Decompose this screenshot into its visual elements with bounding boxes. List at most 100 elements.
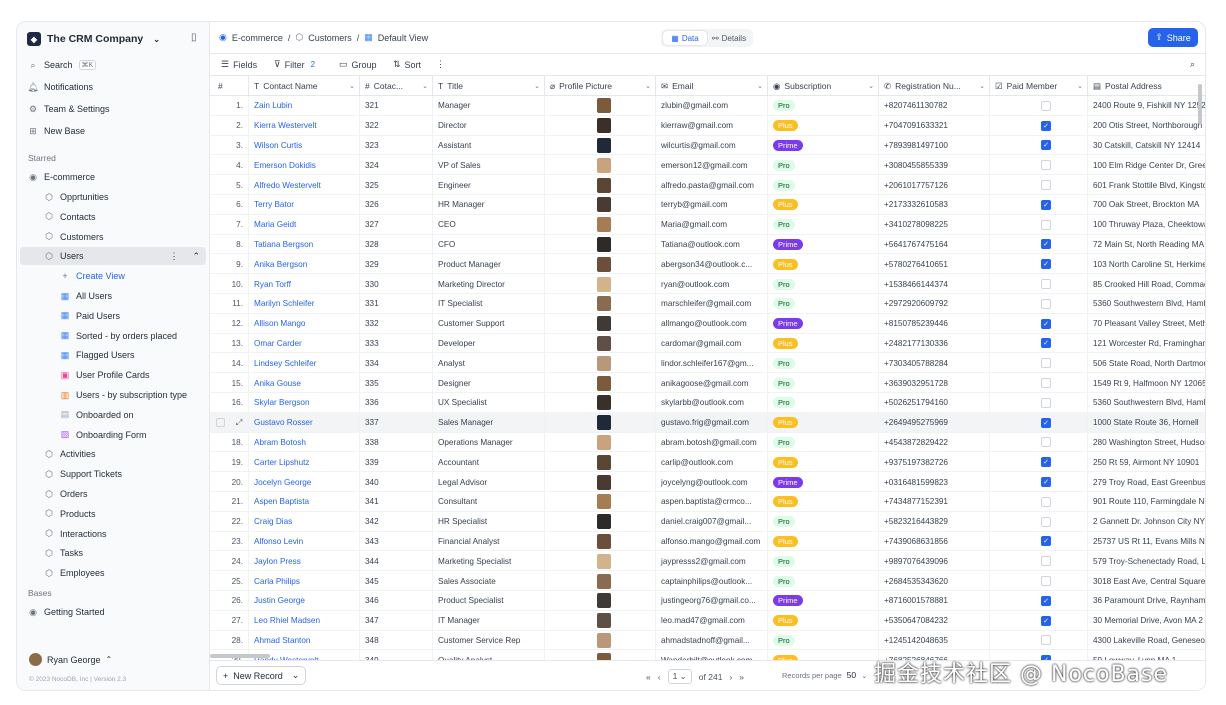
contact-id-cell[interactable]: 323	[360, 135, 433, 156]
new-record-button[interactable]: + New Record ⌄	[216, 666, 307, 685]
registration-number-cell[interactable]: +2482177130336	[879, 333, 990, 354]
sidebar-view-5[interactable]: ▥ Users - by subscription type	[20, 386, 206, 404]
registration-number-cell[interactable]: +5641767475164	[879, 234, 990, 255]
registration-number-cell[interactable]: +7303405788284	[879, 353, 990, 374]
registration-number-cell[interactable]: +1538466144374	[879, 274, 990, 294]
paid-member-cell[interactable]: ✓	[990, 115, 1088, 136]
column-header-5[interactable]: ✉ Email ⌄	[656, 76, 768, 96]
paid-member-checkbox[interactable]	[1041, 378, 1051, 389]
column-header-4[interactable]: ⌀ Profile Picture ⌄	[545, 76, 656, 96]
paid-member-cell[interactable]	[990, 373, 1088, 393]
chevron-down-icon[interactable]: ⌄	[1077, 82, 1083, 90]
subscription-cell[interactable]: Prime	[768, 472, 879, 492]
sidebar-table-tasks[interactable]: ⬡ Tasks	[20, 544, 206, 562]
sidebar-view-4[interactable]: ▣ User Profile Cards	[20, 366, 206, 384]
table-row[interactable]: 20. Jocelyn George 340 Legal Advisor joycely…	[210, 472, 1205, 492]
profile-picture-cell[interactable]	[545, 511, 656, 532]
paid-member-checkbox[interactable]: ✓	[1041, 457, 1051, 468]
paid-member-cell[interactable]: ✓	[990, 591, 1088, 611]
title-cell[interactable]: Engineer	[433, 175, 545, 195]
profile-picture-cell[interactable]	[545, 630, 656, 651]
profile-picture[interactable]	[597, 533, 611, 549]
sidebar-table-orders[interactable]: ⬡ Orders	[20, 485, 206, 503]
subscription-cell[interactable]: Prime	[768, 591, 879, 611]
first-page-icon[interactable]: «	[646, 672, 651, 682]
title-cell[interactable]: Customer Service Rep	[433, 630, 545, 651]
paid-member-cell[interactable]: ✓	[990, 254, 1088, 275]
table-row[interactable]: 7. Maria Geidt 327 CEO Maria@gmail.com Pro +34…	[210, 214, 1205, 235]
subscription-cell[interactable]: Pro	[768, 373, 879, 393]
title-cell[interactable]: CFO	[433, 234, 545, 255]
title-cell[interactable]: Sales Associate	[433, 571, 545, 591]
registration-number-cell[interactable]: +7439068631856	[879, 531, 990, 552]
registration-number-cell[interactable]: +8150785239446	[879, 313, 990, 334]
contact-id-cell[interactable]: 342	[360, 511, 433, 532]
contact-id-cell[interactable]: 340	[360, 472, 433, 492]
paid-member-cell[interactable]: ✓	[990, 610, 1088, 631]
chevron-down-icon[interactable]: ⌄	[645, 82, 651, 90]
subscription-cell[interactable]: Pro	[768, 551, 879, 572]
chevron-down-icon[interactable]: ⌄	[534, 82, 540, 90]
postal-address-cell[interactable]: 200 Otis Street, Northborough	[1088, 116, 1205, 136]
email-cell[interactable]: marschleifer@gmail.com	[656, 294, 768, 314]
postal-address-cell[interactable]: 1000 State Route 36, Hornell	[1088, 413, 1205, 433]
profile-picture[interactable]	[597, 236, 611, 252]
registration-number-cell[interactable]: +2061017757126	[879, 175, 990, 195]
profile-picture[interactable]	[597, 316, 611, 332]
paid-member-checkbox[interactable]: ✓	[1041, 199, 1051, 210]
registration-number-cell[interactable]: +7434877152391	[879, 492, 990, 512]
breadcrumb-view[interactable]: Default View	[378, 33, 428, 43]
user-menu[interactable]: Ryan George ⌃	[29, 653, 112, 666]
paid-member-checkbox[interactable]	[1041, 397, 1051, 408]
registration-number-cell[interactable]: +2173332610583	[879, 195, 990, 215]
postal-address-cell[interactable]: 70 Pleasant Valley Street, Methuen	[1088, 314, 1205, 334]
profile-picture[interactable]	[597, 632, 611, 648]
paid-member-cell[interactable]	[990, 393, 1088, 413]
profile-picture-cell[interactable]	[545, 353, 656, 374]
profile-picture-cell[interactable]	[545, 472, 656, 492]
row-select-checkbox[interactable]	[215, 418, 225, 428]
paid-member-checkbox[interactable]	[1041, 496, 1051, 507]
contact-id-cell[interactable]: 341	[360, 492, 433, 512]
table-row[interactable]: 11. Marilyn Schleifer 331 IT Specialist mars…	[210, 294, 1205, 314]
paid-member-cell[interactable]: ✓	[990, 333, 1088, 354]
table-row[interactable]: 1. Zain Lubin 321 Manager zlubin@gmail.com Pr…	[210, 96, 1205, 116]
column-header-3[interactable]: T Title ⌄	[433, 76, 545, 96]
postal-address-cell[interactable]: 279 Troy Road, East Greenbush	[1088, 472, 1205, 492]
paid-member-checkbox[interactable]: ✓	[1041, 318, 1051, 329]
contact-name-cell[interactable]: Carter Lipshutz	[249, 452, 360, 473]
registration-number-cell[interactable]: +2972920609792	[879, 294, 990, 314]
paid-member-checkbox[interactable]	[1041, 160, 1051, 171]
subscription-cell[interactable]: Plus	[768, 531, 879, 552]
sidebar-base-ecommerce[interactable]: ◉ E-commerce	[20, 168, 206, 186]
subscription-cell[interactable]: Pro	[768, 214, 879, 235]
profile-picture-cell[interactable]	[545, 492, 656, 512]
chevron-down-icon[interactable]: ⌄	[868, 82, 874, 90]
sidebar-view-7[interactable]: ▧ Onboarding Form	[20, 426, 206, 444]
prev-page-icon[interactable]: ‹	[658, 672, 661, 682]
sidebar-item-search[interactable]: ⌕ Search ⌘K	[20, 56, 206, 74]
email-cell[interactable]: carlip@outlook.com	[656, 452, 768, 473]
sidebar-table-employees[interactable]: ⬡ Employees	[20, 564, 206, 582]
postal-address-cell[interactable]: 30 Catskill, Catskill NY 12414	[1088, 136, 1205, 156]
profile-picture-cell[interactable]	[545, 214, 656, 235]
paid-member-cell[interactable]	[990, 214, 1088, 235]
postal-address-cell[interactable]: 601 Frank Stottile Blvd, Kingston	[1088, 175, 1205, 195]
contact-name-cell[interactable]: Ryan Torff	[249, 274, 360, 294]
email-cell[interactable]: gustavo.frig@gmail.com	[656, 412, 768, 433]
registration-number-cell[interactable]: +9375197382726	[879, 452, 990, 473]
table-row[interactable]: 5. Alfredo Westervelt 325 Engineer alfredo.p…	[210, 175, 1205, 195]
contact-id-cell[interactable]: 347	[360, 610, 433, 631]
email-cell[interactable]: ahmadstadnoff@gmail...	[656, 630, 768, 651]
postal-address-cell[interactable]: 579 Troy-Schenectady Road, Latham	[1088, 551, 1205, 571]
profile-picture[interactable]	[597, 157, 611, 173]
sidebar-item-notifications[interactable]: 🔔︎ Notifications	[20, 78, 206, 96]
title-cell[interactable]: CEO	[433, 214, 545, 235]
table-row[interactable]: 26. Justin George 346 Product Specialist jus…	[210, 591, 1205, 611]
table-row[interactable]: 27. Leo Rhiel Madsen 347 IT Manager leo.mad4…	[210, 610, 1205, 631]
email-cell[interactable]: allmango@outlook.com	[656, 313, 768, 334]
contact-name-cell[interactable]: Carla Philips	[249, 571, 360, 591]
paid-member-cell[interactable]: ✓	[990, 452, 1088, 473]
contact-id-cell[interactable]: 344	[360, 551, 433, 572]
email-cell[interactable]: zlubin@gmail.com	[656, 96, 768, 116]
